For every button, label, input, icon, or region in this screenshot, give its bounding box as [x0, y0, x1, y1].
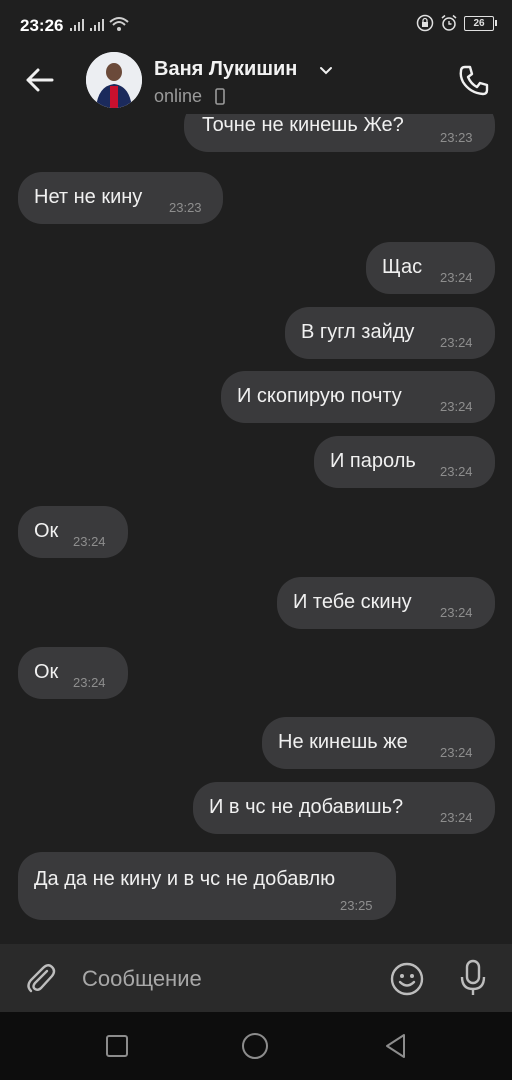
recents-button[interactable]	[103, 1032, 131, 1060]
message-composer	[0, 944, 512, 1012]
message-time: 23:24	[73, 675, 106, 690]
message-time: 23:24	[440, 399, 473, 414]
phone-device-icon	[215, 88, 225, 105]
message-incoming[interactable]: Да да не кину и в чс не добавлю 23:25	[18, 852, 396, 920]
square-icon	[106, 1035, 128, 1057]
message-text: Щас	[382, 256, 423, 278]
emoji-button[interactable]	[388, 960, 426, 998]
status-bar: 23:26 26	[0, 0, 512, 52]
message-text: И пароль	[330, 450, 416, 472]
message-text: В гугл зайду	[301, 321, 415, 343]
message-outgoing[interactable]: И скопирую почту 23:24	[221, 371, 495, 423]
circle-icon	[242, 1033, 268, 1059]
message-outgoing[interactable]: И в чс не добавишь? 23:24	[193, 782, 495, 834]
message-incoming[interactable]: Ок 23:24	[18, 647, 128, 699]
attach-button[interactable]	[22, 960, 58, 996]
message-text: Нет не кину	[34, 186, 143, 208]
avatar[interactable]	[86, 52, 142, 108]
system-navigation-bar	[0, 1012, 512, 1080]
message-time: 23:24	[440, 605, 473, 620]
triangle-back-icon	[386, 1034, 405, 1058]
message-time: 23:24	[73, 534, 106, 549]
home-button[interactable]	[241, 1032, 269, 1060]
chat-header: Ваня Лукишин online	[0, 52, 512, 114]
status-icons-right: 26	[416, 14, 497, 32]
voice-message-button[interactable]	[454, 958, 492, 998]
alarm-icon	[441, 14, 457, 31]
system-back-button[interactable]	[382, 1032, 410, 1060]
message-incoming[interactable]: Ок 23:24	[18, 506, 128, 558]
contact-status: online	[154, 86, 203, 106]
emoji-icon	[390, 962, 424, 996]
message-outgoing[interactable]: И тебе скину 23:24	[277, 577, 495, 629]
battery-indicator: 26	[464, 15, 497, 31]
message-outgoing[interactable]: Точне не кинешь Же? 23:23	[184, 114, 495, 152]
message-text: Да да не кину и в чс не добавлю	[34, 868, 336, 890]
message-incoming[interactable]: Нет не кину 23:23	[18, 172, 223, 224]
message-text: И в чс не добавишь?	[209, 796, 404, 818]
back-arrow-icon	[26, 68, 54, 92]
message-time: 23:24	[440, 464, 473, 479]
message-text: И скопирую почту	[237, 385, 402, 407]
message-outgoing[interactable]: Не кинешь же 23:24	[262, 717, 495, 769]
chevron-down-icon[interactable]	[318, 62, 334, 78]
microphone-icon	[460, 959, 486, 995]
message-list[interactable]: Точне не кинешь Же? 23:23 Нет не кину 23…	[0, 114, 512, 944]
message-time: 23:23	[169, 200, 202, 215]
message-outgoing[interactable]: В гугл зайду 23:24	[285, 307, 495, 359]
message-time: 23:24	[440, 745, 473, 760]
message-outgoing[interactable]: Щас 23:24	[366, 242, 495, 294]
message-time: 23:25	[340, 898, 373, 913]
message-time: 23:24	[440, 810, 473, 825]
lock-icon	[416, 14, 434, 32]
status-time: 23:26	[20, 16, 64, 35]
message-outgoing[interactable]: И пароль 23:24	[314, 436, 495, 488]
message-text: И тебе скину	[293, 591, 412, 613]
message-text: Не кинешь же	[278, 731, 408, 753]
paperclip-icon	[27, 964, 56, 993]
message-text: Точне не кинешь Же?	[202, 114, 404, 136]
message-time: 23:24	[440, 270, 473, 285]
signal-wifi-icons	[70, 14, 132, 39]
message-time: 23:23	[440, 130, 473, 145]
avatar-photo	[86, 52, 142, 108]
message-text: Ок	[34, 661, 59, 683]
message-text: Ок	[34, 520, 59, 542]
phone-call-icon	[459, 65, 489, 96]
contact-name[interactable]: Ваня Лукишин	[154, 58, 297, 81]
message-input[interactable]	[80, 962, 374, 996]
message-time: 23:24	[440, 335, 473, 350]
back-button[interactable]	[22, 62, 58, 98]
call-button[interactable]	[456, 62, 492, 98]
